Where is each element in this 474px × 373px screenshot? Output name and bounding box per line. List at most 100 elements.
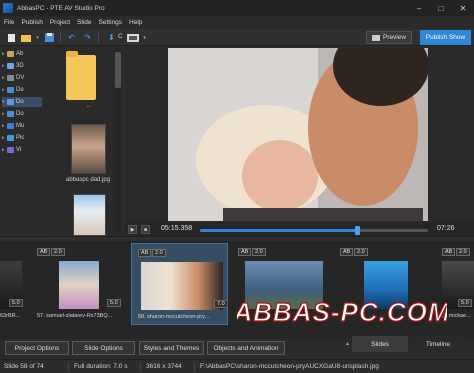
play-button[interactable]: ▶ [128,225,137,234]
folder-caption: .. [87,103,91,109]
total-time: 07:26 [437,225,455,232]
current-time: 05:15.358 [161,225,193,232]
tree-item-selected[interactable]: ▾ Do [2,97,42,107]
redo-icon[interactable]: ↷ [82,32,93,43]
menu-publish[interactable]: Publish [21,19,42,26]
file-path: F:\AbbasPC\sharon-mccutcheon-pryAUCXGaU8… [200,363,379,370]
slide-thumbnail[interactable]: 5.0 63rBR... [0,243,24,325]
menu-file[interactable]: File [4,19,14,26]
videos-icon [7,147,14,153]
file-thumbnail[interactable] [71,124,106,174]
tree-item-label: Vi [16,147,22,153]
new-project-icon[interactable] [6,32,17,43]
full-duration: Full duration: 7.0 s [74,363,128,370]
user-folder-icon [7,51,14,57]
file-thumbnail[interactable] [73,194,106,236]
documents-icon [7,99,14,105]
menu-project[interactable]: Project [50,19,70,26]
slide-thumbnail-selected[interactable]: AB 2.0 7.0 58. sharon-mccutcheon-pry... [131,243,228,325]
status-bar: Slide 58 of 74 Full duration: 7.0 s 3616… [0,359,474,373]
tree-item[interactable]: ▸ De [2,85,42,95]
tree-item-label: Ab [16,51,24,57]
chevron-down-icon[interactable]: ▾ [141,32,148,43]
add-label[interactable]: C [118,33,123,40]
add-slide-icon[interactable]: ⬇ [106,32,117,43]
project-options-button[interactable]: Project Options [5,341,69,355]
transition-duration: 2.0 [51,248,65,256]
tree-item-label: Do [16,111,24,117]
tree-item[interactable]: ▸ DV [2,73,42,83]
open-folder-icon[interactable] [20,32,31,43]
svg-text:ABBAS-PC.COM: ABBAS-PC.COM [237,297,447,327]
slide-image [59,261,99,309]
tree-item[interactable]: ▸ Pic [2,133,42,143]
music-icon [7,123,14,129]
tree-item[interactable]: ▸ Mu [2,121,42,131]
tree-item[interactable]: ▸ 3D [2,61,42,71]
transition-duration: 2.0 [252,248,266,256]
duration-badge: 5.0 [107,299,121,307]
ab-badge: AB [442,248,456,256]
folder-icon[interactable] [66,51,96,100]
preview-button[interactable]: Preview [366,31,412,44]
preview-label: Preview [382,34,407,41]
close-button[interactable]: ✕ [452,0,474,16]
menu-settings[interactable]: Settings [99,19,123,26]
slide-options-icon[interactable] [126,32,140,43]
transition-duration: 2.0 [354,248,368,256]
watermark-logo: ABBAS-PC.COM [237,296,447,327]
pictures-icon [7,135,14,141]
slide-options-button[interactable]: Slide Options [72,341,135,355]
slide-thumbnail[interactable]: AB 2.0 5.0 57. samuel-zlatarev-Rx73BQ... [35,243,127,325]
tree-item-label: Pic [16,135,25,141]
objects-animation-button[interactable]: Objects and Animation [207,341,285,355]
chevron-up-icon[interactable]: ▲ [345,336,350,352]
menu-help[interactable]: Help [129,19,142,26]
minimize-button[interactable]: – [408,0,430,16]
image-dimensions: 3616 x 3744 [146,363,182,370]
ab-badge: AB [238,248,252,256]
menu-slide[interactable]: Slide [77,19,91,26]
desktop-icon [7,87,14,93]
title-bar: AbbasPC - PTE AV Studio Pro – □ ✕ [0,0,474,16]
tree-item[interactable]: ▸ Vi [2,145,42,155]
slide-caption: 58. sharon-mccutcheon-pry... [138,314,210,320]
seek-slider[interactable] [200,226,428,235]
app-window: AbbasPC - PTE AV Studio Pro – □ ✕ File P… [0,0,474,373]
slide-image [141,262,223,310]
stop-button[interactable]: ■ [141,225,150,234]
file-browser-scrollbar[interactable] [115,50,121,235]
ab-badge: AB [340,248,354,256]
chevron-down-icon[interactable]: ▾ [34,32,41,43]
menu-bar: File Publish Project Slide Settings Help [0,16,474,29]
dvd-drive-icon [7,75,14,81]
tree-item[interactable]: ▸ Ab [2,49,42,59]
tree-item[interactable]: ▸ Do [2,109,42,119]
tree-item-label: DV [16,75,25,81]
duration-badge: 7.0 [214,300,228,308]
transition-duration: 2.0 [152,249,166,257]
styles-themes-button[interactable]: Styles and Themes [139,341,204,355]
file-caption: abbaspc dad.jpg [66,177,111,183]
scrollbar-thumb[interactable] [115,52,121,88]
publish-show-button[interactable]: Publish Show [420,30,471,45]
seek-progress [200,229,358,232]
slide-caption: 63rBR... [0,313,21,319]
ab-badge: AB [37,248,51,256]
slide-preview-image[interactable] [168,48,428,221]
save-icon[interactable] [44,32,55,43]
undo-icon[interactable]: ↶ [66,32,77,43]
duration-badge: 5.0 [458,299,472,307]
tree-item-label: Mu [16,123,25,129]
preview-icon [371,34,380,41]
toolbar: ▾ ↶ ↷ ⬇ C ▾ Preview Publish Show [0,29,474,46]
duration-badge: 5.0 [9,299,23,307]
maximize-button[interactable]: □ [430,0,452,16]
tab-timeline[interactable]: Timeline [410,336,466,352]
tab-slides[interactable]: Slides [352,336,408,352]
transition-duration: 2.0 [456,248,470,256]
seek-handle[interactable] [355,226,361,235]
tree-item-label: De [16,87,24,93]
tree-item-label: Do [16,99,24,105]
tree-item-label: 3D [16,63,24,69]
